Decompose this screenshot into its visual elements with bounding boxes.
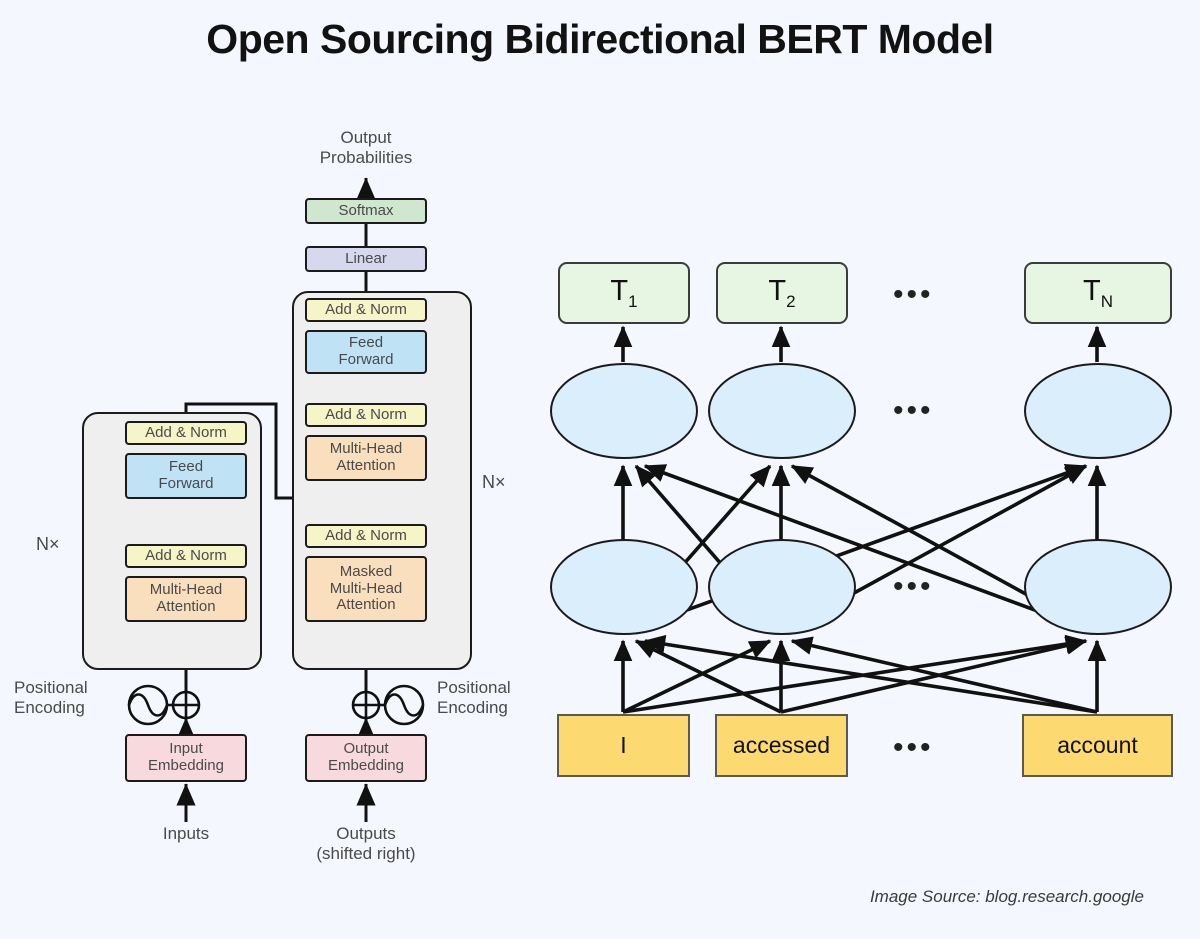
bert-upper-layer-ellipsis: ••• [893, 394, 934, 427]
decoder-multi-head-attention[interactable]: Multi-Head Attention [305, 435, 427, 481]
nx-encoder-label: N× [36, 534, 60, 554]
output-probabilities-label: Output Probabilities [319, 128, 413, 168]
bert-hidden-node-lower-2 [708, 539, 856, 635]
bert-input-ellipsis: ••• [893, 731, 934, 764]
positional-encoding-label-right: Positional Encoding [437, 678, 511, 718]
bert-hidden-node-upper-n [1024, 363, 1172, 459]
linear-box[interactable]: Linear [305, 246, 427, 272]
masked-multi-head-attention[interactable]: Masked Multi-Head Attention [305, 556, 427, 622]
image-source-credit: Image Source: blog.research.google [869, 887, 1144, 906]
input-embedding-box[interactable]: Input Embedding [125, 734, 247, 782]
decoder-add-norm-3[interactable]: Add & Norm [305, 298, 427, 322]
encoder-multi-head-attention[interactable]: Multi-Head Attention [125, 576, 247, 622]
decoder-add-norm-2[interactable]: Add & Norm [305, 403, 427, 427]
bert-output-tn[interactable]: TN [1024, 262, 1172, 324]
output-embedding-box[interactable]: Output Embedding [305, 734, 427, 782]
bert-hidden-node-lower-1 [550, 539, 698, 635]
decoder-feed-forward[interactable]: Feed Forward [305, 330, 427, 374]
inputs-label: Inputs [162, 824, 210, 843]
bert-input-word-n[interactable]: account [1022, 714, 1173, 777]
outputs-label: Outputs (shifted right) [316, 824, 416, 864]
bert-lower-layer-ellipsis: ••• [893, 570, 934, 603]
encoder-feed-forward[interactable]: Feed Forward [125, 453, 247, 499]
bert-output-t1-label: T1 [610, 274, 638, 311]
bert-output-ellipsis: ••• [893, 278, 934, 311]
bert-input-word-1[interactable]: I [557, 714, 690, 777]
bert-output-t2[interactable]: T2 [716, 262, 848, 324]
positional-encoding-glyph-right [383, 684, 425, 726]
bert-output-t2-label: T2 [768, 274, 796, 311]
encoder-stack-container [82, 412, 262, 670]
positional-encoding-label-left: Positional Encoding [14, 678, 88, 718]
page-title: Open Sourcing Bidirectional BERT Model [206, 16, 994, 62]
positional-encoding-glyph-left [127, 684, 169, 726]
bert-output-t1[interactable]: T1 [558, 262, 690, 324]
bert-hidden-node-upper-1 [550, 363, 698, 459]
softmax-box[interactable]: Softmax [305, 198, 427, 224]
bert-hidden-node-upper-2 [708, 363, 856, 459]
decoder-add-norm-1[interactable]: Add & Norm [305, 524, 427, 548]
bert-output-tn-label: TN [1083, 274, 1113, 311]
encoder-add-norm-2[interactable]: Add & Norm [125, 421, 247, 445]
encoder-add-norm-1[interactable]: Add & Norm [125, 544, 247, 568]
bert-input-word-2[interactable]: accessed [715, 714, 848, 777]
bert-hidden-node-lower-n [1024, 539, 1172, 635]
nx-decoder-label: N× [482, 472, 506, 492]
page-root: Open Sourcing Bidirectional BERT Model O… [0, 0, 1200, 939]
